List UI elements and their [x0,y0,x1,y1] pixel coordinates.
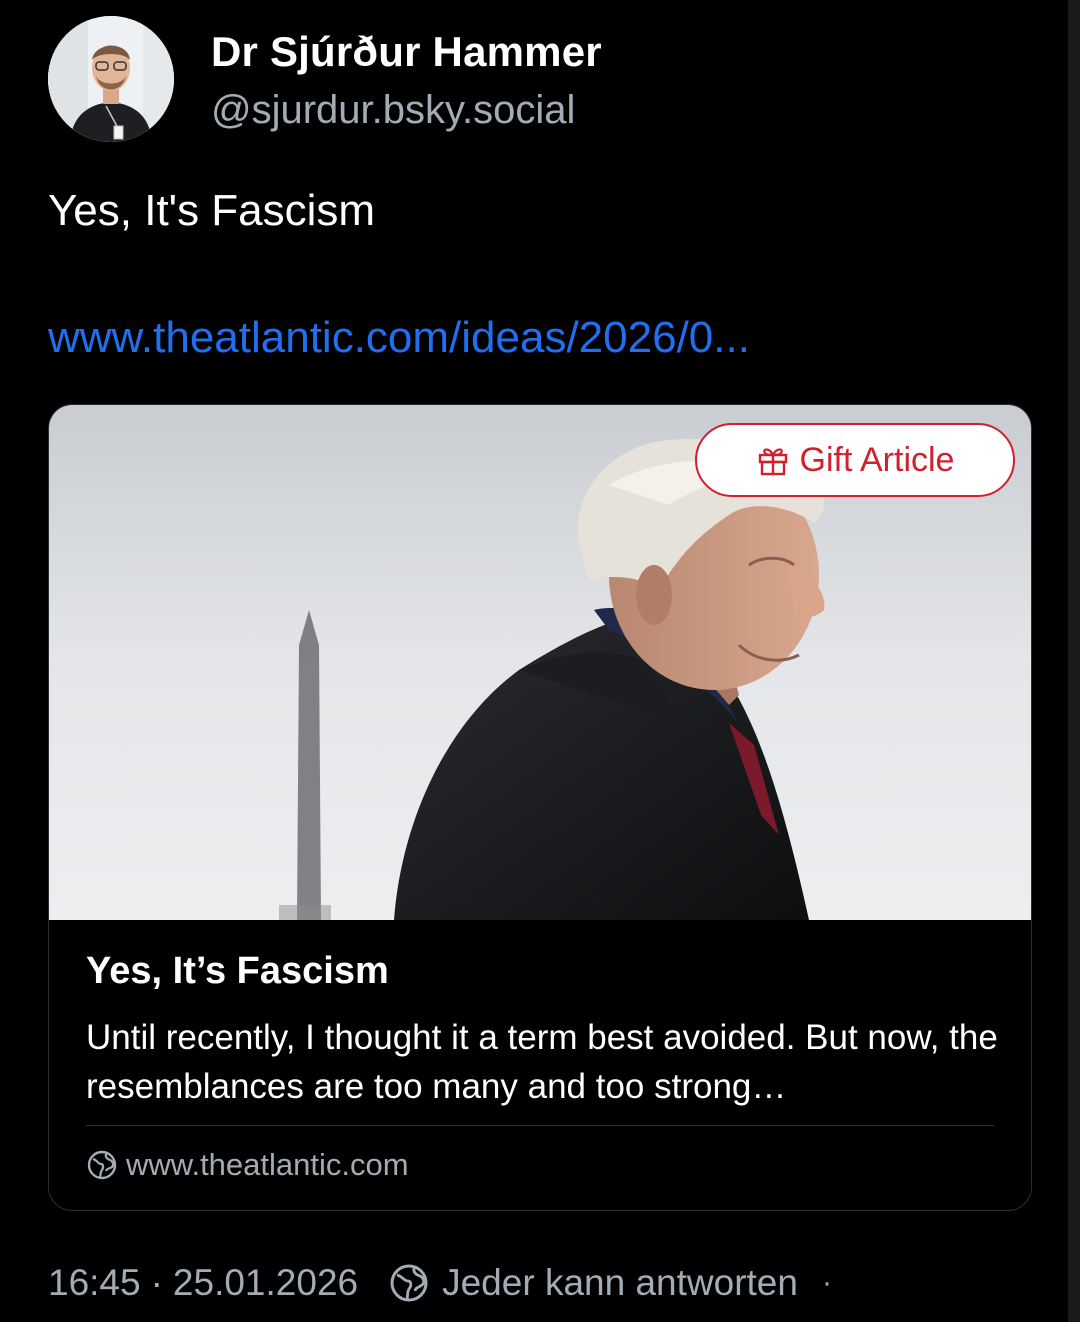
post-view: Dr Sjúrður Hammer @sjurdur.bsky.social Y… [0,0,1080,1322]
post-link[interactable]: www.theatlantic.com/ideas/2026/0... [48,313,750,363]
trailing-dot: · [821,1266,832,1299]
link-preview-card[interactable]: Gift Article Yes, It’s Fascism Until rec… [48,404,1032,1211]
reply-setting[interactable]: Jeder kann antworten [442,1262,798,1304]
scroll-edge [1068,0,1080,1322]
card-domain-text: www.theatlantic.com [126,1147,409,1182]
card-divider [86,1125,994,1126]
globe-icon [87,1150,117,1180]
gift-icon [758,448,787,476]
post-time: 16:45 [48,1262,141,1303]
card-domain: www.theatlantic.com [86,1147,409,1183]
post-date: 25.01.2026 [172,1262,359,1303]
post-text: Yes, It's Fascism [48,186,376,235]
card-title: Yes, It’s Fascism [86,950,389,992]
card-description: Until recently, I thought it a term best… [86,1018,998,1106]
author-display-name[interactable]: Dr Sjúrður Hammer [211,28,602,76]
avatar[interactable] [48,16,174,142]
globe-icon[interactable] [388,1262,430,1304]
author-handle[interactable]: @sjurdur.bsky.social [211,88,575,133]
post-meta: 16:45 · 25.01.2026 Jeder kann antworten … [48,1262,832,1304]
gift-article-label: Gift Article [799,440,955,479]
meta-separator: · [150,1262,163,1303]
card-thumbnail: Gift Article [49,405,1031,920]
gift-article-button[interactable]: Gift Article [695,423,1015,497]
